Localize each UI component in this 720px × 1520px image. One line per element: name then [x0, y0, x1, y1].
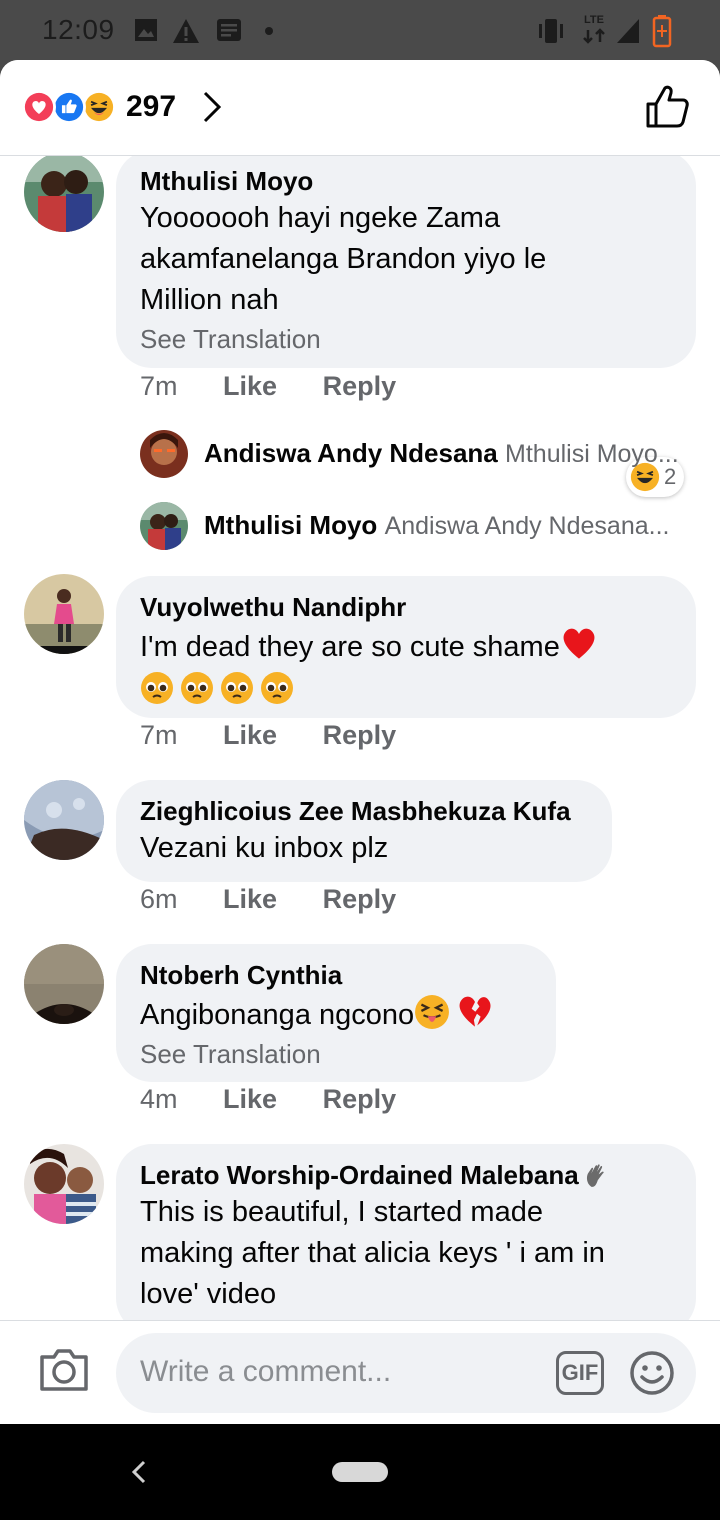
comment-text-line: love' video [140, 1278, 277, 1310]
comment-text-line: making after that alicia keys ' i am in [140, 1237, 605, 1269]
emoji-picker-icon[interactable] [628, 1349, 676, 1397]
avatar[interactable] [24, 574, 104, 654]
comment-actions: 7m Like Reply [140, 371, 434, 402]
reply-author: Andiswa Andy Ndesana Mthulisi Moyo... [204, 438, 679, 468]
comment-text-line: Million nah [140, 284, 279, 316]
like-reaction-icon [52, 90, 86, 124]
comment-bubble[interactable]: Zieghlicoius Zee Masbhekuza Kufa Vezani … [116, 780, 612, 882]
back-icon[interactable] [126, 1454, 152, 1490]
avatar[interactable] [24, 944, 104, 1024]
reply-comment-button[interactable]: Reply [323, 371, 397, 401]
squinting-tongue-face-icon [415, 995, 450, 1029]
comment-bubble[interactable]: Ntoberh Cynthia Angibonanga ngcono See T… [116, 944, 556, 1082]
like-comment-button[interactable]: Like [223, 371, 277, 401]
battery-icon [652, 15, 672, 48]
dot-icon [265, 27, 273, 35]
comment-list: Mthulisi Moyo Yooooooh hayi ngeke Zama a… [0, 156, 720, 1320]
comment-bubble[interactable]: Vuyolwethu Nandiphr I'm dead they are so… [116, 576, 696, 718]
comment-actions: 6m Like Reply [140, 884, 434, 915]
comment-text-line: Yooooooh hayi ngeke Zama [140, 202, 501, 234]
waving-hand-icon [586, 1164, 604, 1187]
comment-text-line: akamfanelanga Brandon yiyo le [140, 243, 547, 275]
reply-snippet: Andiswa Andy Ndesana... [384, 512, 670, 540]
pleading-face-icon [141, 672, 173, 704]
like-post-icon[interactable] [644, 84, 690, 130]
comment-input-wrapper: GIF [116, 1333, 696, 1413]
like-comment-button[interactable]: Like [223, 720, 277, 750]
comment-time: 7m [140, 371, 178, 401]
status-bar: 12:09 LTE [0, 0, 720, 64]
comment-actions: 4m Like Reply [140, 1084, 434, 1115]
avatar[interactable] [24, 156, 104, 232]
reaction-count: 297 [126, 90, 177, 123]
comment-text-line: Angibonanga ngcono [140, 992, 532, 1036]
comment-bubble[interactable]: Lerato Worship-Ordained Malebana This is… [116, 1144, 696, 1320]
reply-comment-button[interactable]: Reply [323, 884, 397, 914]
comment-text-line: Vezani ku inbox plz [140, 832, 389, 864]
like-comment-button[interactable]: Like [223, 884, 277, 914]
reply-snippet: Mthulisi Moyo... [505, 440, 679, 468]
home-pill[interactable] [332, 1462, 388, 1482]
gif-button[interactable]: GIF [556, 1351, 604, 1395]
comment-text-line: I'm dead they are so cute shame [140, 624, 672, 668]
love-reaction-icon [22, 90, 56, 124]
data-arrows-icon [583, 28, 605, 44]
camera-icon[interactable] [38, 1347, 90, 1393]
avatar[interactable] [24, 780, 104, 860]
like-comment-button[interactable]: Like [223, 1084, 277, 1114]
comment-author[interactable]: Mthulisi Moyo [140, 164, 672, 198]
haha-reaction-icon [82, 90, 116, 124]
message-icon [217, 19, 241, 41]
avatar [140, 502, 188, 550]
status-time: 12:09 [42, 14, 115, 45]
see-translation-link[interactable]: See Translation [140, 321, 672, 357]
pleading-face-icon [221, 672, 253, 704]
system-nav-bar [0, 1424, 720, 1520]
comments-sheet: 297 Mthulisi Moyo Yooooooh hayi ngeke Za… [0, 60, 720, 1424]
comment-bubble[interactable]: Mthulisi Moyo Yooooooh hayi ngeke Zama a… [116, 156, 696, 368]
comment-time: 4m [140, 1084, 178, 1114]
comment-author[interactable]: Zieghlicoius Zee Masbhekuza Kufa [140, 794, 588, 828]
comment-text-line: This is beautiful, I started made [140, 1196, 543, 1228]
emoji-row [140, 670, 672, 711]
comment-input[interactable] [140, 1347, 540, 1397]
avatar [140, 430, 188, 478]
network-type: LTE [584, 14, 604, 26]
comment-composer: GIF [0, 1320, 720, 1424]
comment-actions: 7m Like Reply [140, 720, 434, 751]
comment-time: 6m [140, 884, 178, 914]
alert-icon [173, 19, 199, 43]
image-icon [135, 19, 157, 41]
signal-icon [617, 19, 639, 43]
reply-comment-button[interactable]: Reply [323, 720, 397, 750]
comment-time: 7m [140, 720, 178, 750]
comment-author[interactable]: Lerato Worship-Ordained Malebana [140, 1158, 672, 1192]
vibrate-icon [539, 19, 563, 43]
red-heart-icon [563, 628, 595, 659]
comment-author[interactable]: Ntoberh Cynthia [140, 958, 532, 992]
pleading-face-icon [181, 672, 213, 704]
reply-comment-button[interactable]: Reply [323, 1084, 397, 1114]
comment-author[interactable]: Vuyolwethu Nandiphr [140, 590, 672, 624]
see-translation-link[interactable]: See Translation [140, 1036, 532, 1072]
pleading-face-icon [261, 672, 293, 704]
broken-heart-icon [459, 996, 491, 1027]
avatar[interactable] [24, 1144, 104, 1224]
reply-author: Mthulisi Moyo Andiswa Andy Ndesana... [204, 510, 670, 540]
chevron-right-icon[interactable] [200, 90, 224, 124]
reactions-header: 297 [0, 60, 720, 156]
